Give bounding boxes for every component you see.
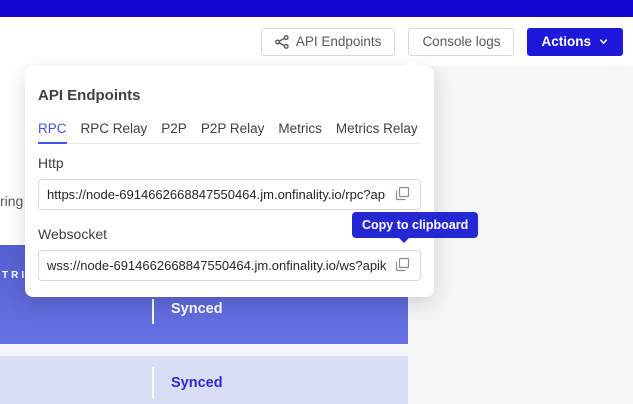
tooltip-arrow [398, 237, 410, 243]
copy-icon [395, 186, 410, 204]
console-logs-button[interactable]: Console logs [408, 28, 514, 56]
copy-websocket-button[interactable] [392, 256, 412, 276]
tab-rpc-relay[interactable]: RPC Relay [81, 121, 148, 143]
content-area: ring TRI Synced Synced API Endpoints RPC… [0, 66, 633, 404]
copy-icon [395, 257, 410, 275]
page-header: API Endpoints Console logs Actions [0, 17, 633, 66]
http-url-value: https://node-6914662668847550464.jm.onfi… [47, 187, 386, 202]
api-endpoints-button-label: API Endpoints [296, 34, 382, 49]
copy-tooltip-label: Copy to clipboard [362, 218, 468, 232]
copy-tooltip: Copy to clipboard [352, 212, 478, 238]
http-field-label: Http [38, 155, 64, 171]
copy-http-button[interactable] [392, 185, 412, 205]
tab-p2p-relay[interactable]: P2P Relay [201, 121, 265, 143]
column-divider [152, 299, 154, 324]
tab-p2p[interactable]: P2P [161, 121, 187, 143]
actions-button[interactable]: Actions [527, 28, 623, 56]
websocket-field-label: Websocket [38, 226, 107, 242]
top-navbar [0, 0, 633, 17]
endpoint-tabs: RPC RPC Relay P2P P2P Relay Metrics Metr… [38, 121, 421, 144]
status-badge: Synced [171, 375, 223, 391]
tab-metrics[interactable]: Metrics [278, 121, 322, 143]
column-divider [152, 367, 154, 398]
websocket-url-value: wss://node-6914662668847550464.jm.onfina… [47, 258, 386, 273]
table-row[interactable]: Synced [0, 356, 408, 404]
share-icon [275, 35, 289, 49]
popover-title: API Endpoints [38, 87, 141, 104]
console-logs-button-label: Console logs [422, 34, 500, 49]
tab-metrics-relay[interactable]: Metrics Relay [336, 121, 418, 143]
actions-button-label: Actions [541, 34, 591, 49]
chevron-down-icon [598, 36, 609, 47]
http-url-field[interactable]: https://node-6914662668847550464.jm.onfi… [38, 179, 421, 210]
tab-rpc[interactable]: RPC [38, 121, 67, 144]
status-badge: Synced [171, 301, 223, 317]
api-endpoints-popover: API Endpoints RPC RPC Relay P2P P2P Rela… [25, 66, 434, 297]
screen: API Endpoints Console logs Actions ring … [0, 0, 633, 404]
api-endpoints-button[interactable]: API Endpoints [261, 28, 396, 56]
websocket-url-field[interactable]: wss://node-6914662668847550464.jm.onfina… [38, 250, 421, 281]
clipped-background-text: ring [0, 193, 23, 209]
row-label-clipped: TRI [2, 270, 27, 281]
